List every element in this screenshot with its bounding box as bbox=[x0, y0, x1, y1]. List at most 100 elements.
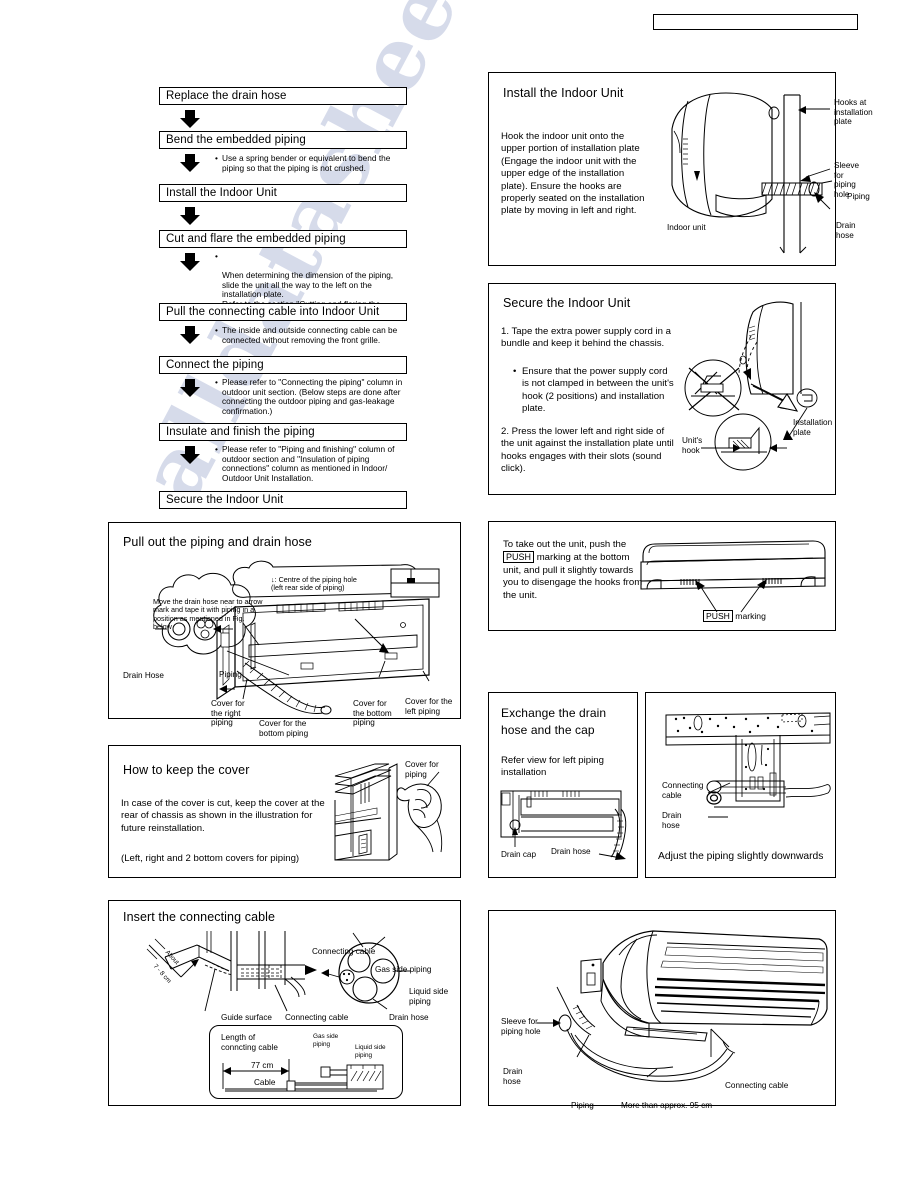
bullet-dot: • bbox=[215, 444, 218, 454]
flow-step-replace-drain-hose: Replace the drain hose bbox=[159, 87, 407, 105]
flow-arrow-4 bbox=[180, 253, 200, 271]
flow-arrow-1 bbox=[180, 110, 200, 128]
flow-note-text: Please refer to "Connecting the piping" … bbox=[222, 377, 403, 416]
flow-step-secure-indoor-unit: Secure the Indoor Unit bbox=[159, 491, 407, 509]
detail-gas-side-piping: Gas side piping bbox=[313, 1033, 339, 1048]
panel-secure-indoor-unit: Secure the Indoor Unit 1. Tape the extra… bbox=[488, 283, 836, 495]
callout-drain-hose: Drain Hose bbox=[123, 671, 164, 680]
bottom-unit-push-diagram bbox=[640, 540, 826, 613]
panel-body: Hook the indoor unit onto the upper port… bbox=[501, 131, 645, 217]
flow-note-2: • Use a spring bender or equivalent to b… bbox=[215, 153, 405, 173]
callout-drain-cap: Drain cap bbox=[501, 850, 537, 859]
flow-arrow-6 bbox=[180, 379, 200, 397]
cable-length-detail-drawing bbox=[222, 1059, 384, 1092]
panel-title: How to keep the cover bbox=[123, 763, 250, 777]
flow-arrow-5 bbox=[180, 326, 200, 344]
panel-adjust-piping: Connecting cable Drain hose Adjust the p… bbox=[645, 692, 836, 878]
callout-piping: Piping bbox=[847, 192, 870, 201]
push-marking-text: marking bbox=[735, 611, 766, 621]
flow-step-pull-connecting-cable: Pull the connecting cable into Indoor Un… bbox=[159, 303, 407, 321]
callout-installation-plate: Installation plate bbox=[793, 418, 833, 437]
secure-indoor-unit-diagram bbox=[684, 301, 818, 471]
callout-drain-hose: Drain hose bbox=[836, 221, 856, 240]
callout-cover-right-piping: Cover for the right piping bbox=[211, 699, 245, 728]
callout-piping: Piping bbox=[571, 1101, 594, 1110]
panel-install-indoor-unit: Install the Indoor Unit Hook the indoor … bbox=[488, 72, 873, 266]
push-body-pre: To take out the unit, push the bbox=[503, 539, 627, 550]
bullet-dot: • bbox=[215, 377, 218, 387]
adjust-piping-caption: Adjust the piping slightly downwards bbox=[658, 851, 824, 862]
callout-hooks-at-installation-plate: Hooks at installation plate bbox=[834, 98, 873, 127]
flow-step-label: Insulate and finish the piping bbox=[166, 426, 315, 438]
detail-length-label: Length of conncting cable bbox=[221, 1033, 278, 1052]
panel-subtitle: Refer view for left piping installation bbox=[501, 755, 604, 779]
flow-note-7: • Please refer to "Piping and finishing"… bbox=[215, 444, 407, 483]
bullet-dot: • bbox=[215, 251, 218, 261]
callout-guide-surface: Guide surface bbox=[221, 1013, 272, 1022]
flow-step-bend-embedded-piping: Bend the embedded piping bbox=[159, 131, 407, 149]
flow-step-install-indoor-unit: Install the Indoor Unit bbox=[159, 184, 407, 202]
flow-step-connect-piping: Connect the piping bbox=[159, 356, 407, 374]
callout-connecting-cable: Connecting cable bbox=[725, 1081, 789, 1090]
flow-note-6: • Please refer to "Connecting the piping… bbox=[215, 377, 405, 416]
callout-connecting-cable-bottom: Connecting cable bbox=[285, 1013, 349, 1022]
drain-hose-leader bbox=[598, 852, 626, 860]
callout-connecting-cable-top: Connecting cable bbox=[312, 947, 376, 956]
flow-step-label: Secure the Indoor Unit bbox=[166, 494, 284, 506]
panel-final-assembly: Sleeve for piping hole Drain hose Piping… bbox=[488, 910, 836, 1110]
callout-liquid-side-piping: Liquid side piping bbox=[409, 987, 449, 1006]
flow-arrow-3 bbox=[180, 207, 200, 225]
flow-step-label: Cut and flare the embedded piping bbox=[166, 233, 346, 245]
panel-exchange-drain-hose: Exchange the drain hose and the cap Refe… bbox=[488, 692, 638, 878]
install-indoor-unit-diagram bbox=[671, 92, 833, 254]
panel-body: In case of the cover is cut, keep the co… bbox=[121, 798, 325, 834]
flow-note-5: • The inside and outside connecting cabl… bbox=[215, 325, 405, 345]
flow-step-label: Replace the drain hose bbox=[166, 90, 287, 102]
panel-insert-connecting-cable: Insert the connecting cable About 7 - 8 … bbox=[108, 900, 461, 1106]
callout-indoor-unit: Indoor unit bbox=[667, 223, 706, 232]
secure-step-1-bullet-text: Ensure that the power supply cord is not… bbox=[522, 366, 674, 415]
adjust-piping-leaders bbox=[707, 782, 731, 818]
callout-units-hook: Unit's hook bbox=[682, 436, 703, 455]
panel-title: Insert the connecting cable bbox=[123, 910, 276, 924]
secure-step-1: 1. Tape the extra power supply cord in a… bbox=[501, 326, 671, 350]
callout-cover-left-piping: Cover for the left piping bbox=[405, 697, 453, 716]
flow-step-label: Connect the piping bbox=[166, 359, 264, 371]
flow-arrow-7 bbox=[180, 446, 200, 464]
panel-title: Secure the Indoor Unit bbox=[503, 296, 631, 310]
callout-drain-hose: Drain hose bbox=[389, 1013, 429, 1022]
push-boxed-label: PUSH bbox=[503, 551, 535, 564]
final-assembly-diagram bbox=[537, 930, 828, 1082]
callout-approx-distance: More than approx. 95 cm bbox=[621, 1101, 713, 1110]
push-body: To take out the unit, push the PUSH mark… bbox=[503, 539, 643, 602]
callout-gas-side-piping: Gas side piping bbox=[375, 965, 432, 974]
panel-how-to-keep-cover: How to keep the cover In case of the cov… bbox=[108, 745, 461, 878]
flow-note-text: The inside and outside connecting cable … bbox=[222, 325, 398, 345]
bullet-dot: • bbox=[513, 366, 517, 377]
flow-step-label: Install the Indoor Unit bbox=[166, 187, 277, 199]
bullet-dot: • bbox=[215, 153, 218, 163]
callout-push-marking: PUSH marking bbox=[703, 610, 766, 622]
callout-sleeve-for-piping-hole: Sleeve for piping hole bbox=[501, 1017, 541, 1036]
flow-step-cut-flare-piping: Cut and flare the embedded piping bbox=[159, 230, 407, 248]
panel-push-marking: To take out the unit, push the PUSH mark… bbox=[488, 521, 836, 631]
callout-connecting-cable: Connecting cable bbox=[662, 781, 704, 800]
flow-arrow-2 bbox=[180, 154, 200, 172]
secure-step-1-bullet: • Ensure that the power supply cord is n… bbox=[513, 366, 675, 416]
callout-drain-hose: Drain hose bbox=[503, 1067, 523, 1086]
panel-title: Exchange the drain hose and the cap bbox=[501, 706, 607, 737]
callout-cover-bottom-piping-2: Cover for the bottom piping bbox=[353, 699, 392, 728]
callout-drain-hose: Drain hose bbox=[662, 811, 682, 830]
callout-piping: Piping bbox=[219, 670, 242, 679]
flow-note-text: Use a spring bender or equivalent to ben… bbox=[222, 153, 391, 173]
panel-title: Install the Indoor Unit bbox=[503, 86, 624, 100]
cloud-note-move-drain-hose: Move the drain hose near to arrow mark a… bbox=[153, 597, 263, 632]
flow-note-text: Please refer to "Piping and finishing" c… bbox=[222, 444, 395, 483]
flow-step-label: Bend the embedded piping bbox=[166, 134, 306, 146]
panel-pull-out-piping: Pull out the piping and drain hose Move … bbox=[108, 522, 461, 738]
callout-cover-for-piping: Cover for piping bbox=[405, 760, 439, 779]
panel-footnote: (Left, right and 2 bottom covers for pip… bbox=[121, 853, 300, 864]
bullet-dot: • bbox=[215, 325, 218, 335]
page-header-box bbox=[653, 14, 858, 30]
push-marking-boxed: PUSH bbox=[703, 610, 733, 622]
